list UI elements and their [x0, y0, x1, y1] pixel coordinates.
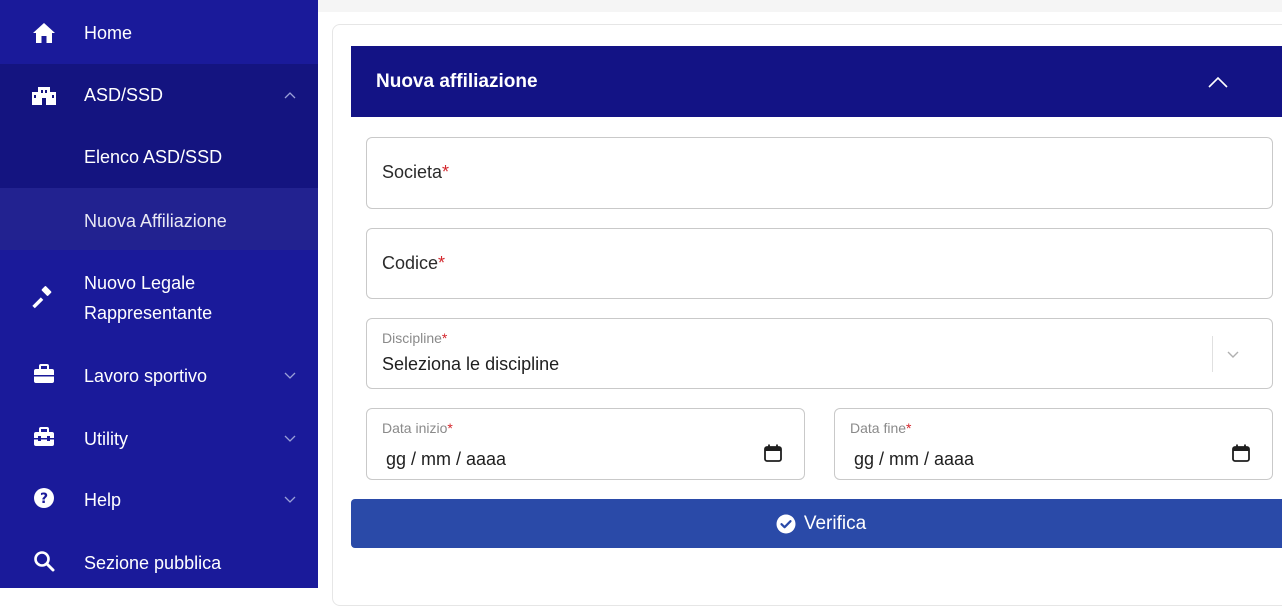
briefcase-icon [30, 362, 58, 386]
panel-title: Nuova affiliazione [376, 70, 538, 92]
data-fine-label: Data fine* [850, 420, 912, 436]
sidebar-item-utility[interactable]: Utility [0, 406, 318, 468]
top-strip [318, 0, 1282, 12]
sidebar-item-label: Help [84, 490, 122, 510]
sidebar-item-elenco-asd-ssd[interactable]: Elenco ASD/SSD [0, 126, 318, 188]
sidebar-item-nuova-affiliazione[interactable]: Nuova Affiliazione [0, 188, 318, 250]
select-separator [1212, 336, 1213, 372]
sidebar-item-label: ASD/SSD [84, 85, 164, 105]
chevron-up-icon [283, 88, 297, 102]
data-fine-field[interactable]: Data fine* gg / mm / aaaa [834, 408, 1273, 480]
home-icon [30, 21, 58, 45]
toolbox-icon [30, 425, 58, 449]
chevron-down-icon [283, 493, 297, 507]
sidebar-item-label: Nuova Affiliazione [84, 211, 227, 231]
codice-field[interactable]: Codice* [366, 228, 1273, 299]
discipline-label: Discipline* [382, 330, 448, 346]
societa-field[interactable]: Societa* [366, 137, 1273, 209]
search-icon [30, 549, 58, 573]
help-circle-icon: ? [30, 486, 58, 510]
chevron-down-icon [283, 432, 297, 446]
data-inizio-field[interactable]: Data inizio* gg / mm / aaaa [366, 408, 805, 480]
sidebar-item-help[interactable]: ? Help [0, 468, 318, 530]
societa-label: Societa* [382, 162, 450, 182]
sidebar: Home ASD/SSD Elenco ASD/SSD Nuova Affili… [0, 0, 318, 588]
sidebar-item-label: Utility [84, 429, 128, 449]
sidebar-item-label: Nuovo Legale [84, 273, 196, 293]
sidebar-item-label: Rappresentante [84, 303, 213, 323]
chevron-down-icon[interactable] [1225, 346, 1241, 362]
sidebar-item-label: Elenco ASD/SSD [84, 147, 223, 167]
data-fine-value: gg / mm / aaaa [854, 449, 975, 469]
sidebar-item-asd-ssd[interactable]: ASD/SSD [0, 64, 318, 126]
calendar-icon[interactable] [1231, 443, 1251, 463]
sidebar-item-label: Lavoro sportivo [84, 366, 208, 386]
sidebar-item-nuovo-legale-rappresentante[interactable]: Nuovo Legale Rappresentante [0, 250, 318, 344]
panel-header[interactable]: Nuova affiliazione [351, 46, 1282, 117]
calendar-icon[interactable] [763, 443, 783, 463]
svg-text:?: ? [40, 491, 48, 507]
gavel-icon [30, 285, 58, 309]
data-inizio-label: Data inizio* [382, 420, 453, 436]
discipline-select[interactable]: Discipline* Seleziona le discipline [366, 318, 1273, 389]
codice-label: Codice* [382, 253, 446, 273]
sidebar-item-label: Home [84, 23, 133, 43]
verifica-button[interactable]: Verifica [351, 499, 1282, 548]
chevron-down-icon [283, 369, 297, 383]
building-icon [30, 83, 58, 107]
data-inizio-value: gg / mm / aaaa [386, 449, 507, 469]
sidebar-item-sezione-pubblica[interactable]: Sezione pubblica [0, 530, 318, 588]
chevron-up-icon[interactable] [1206, 70, 1230, 94]
sidebar-item-lavoro-sportivo[interactable]: Lavoro sportivo [0, 344, 318, 406]
sidebar-item-label: Sezione pubblica [84, 553, 222, 573]
sidebar-item-home[interactable]: Home [0, 0, 318, 64]
check-circle-icon [776, 514, 796, 534]
discipline-value: Seleziona le discipline [382, 354, 560, 374]
verifica-label: Verifica [803, 512, 867, 534]
